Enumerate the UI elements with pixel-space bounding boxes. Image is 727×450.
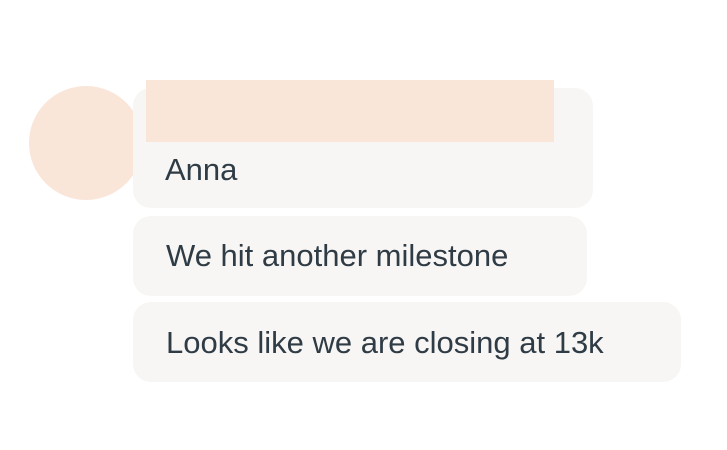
sender-name: Anna: [165, 152, 238, 187]
message-text: Looks like we are closing at 13k: [166, 325, 604, 360]
redacted-name-bar: [146, 80, 554, 142]
message-bubble[interactable]: Looks like we are closing at 13k: [133, 302, 681, 382]
message-text: We hit another milestone: [166, 238, 509, 273]
message-bubble[interactable]: We hit another milestone: [133, 216, 587, 296]
message-bubble-header: Anna: [133, 80, 593, 208]
sender-avatar[interactable]: [29, 86, 143, 200]
